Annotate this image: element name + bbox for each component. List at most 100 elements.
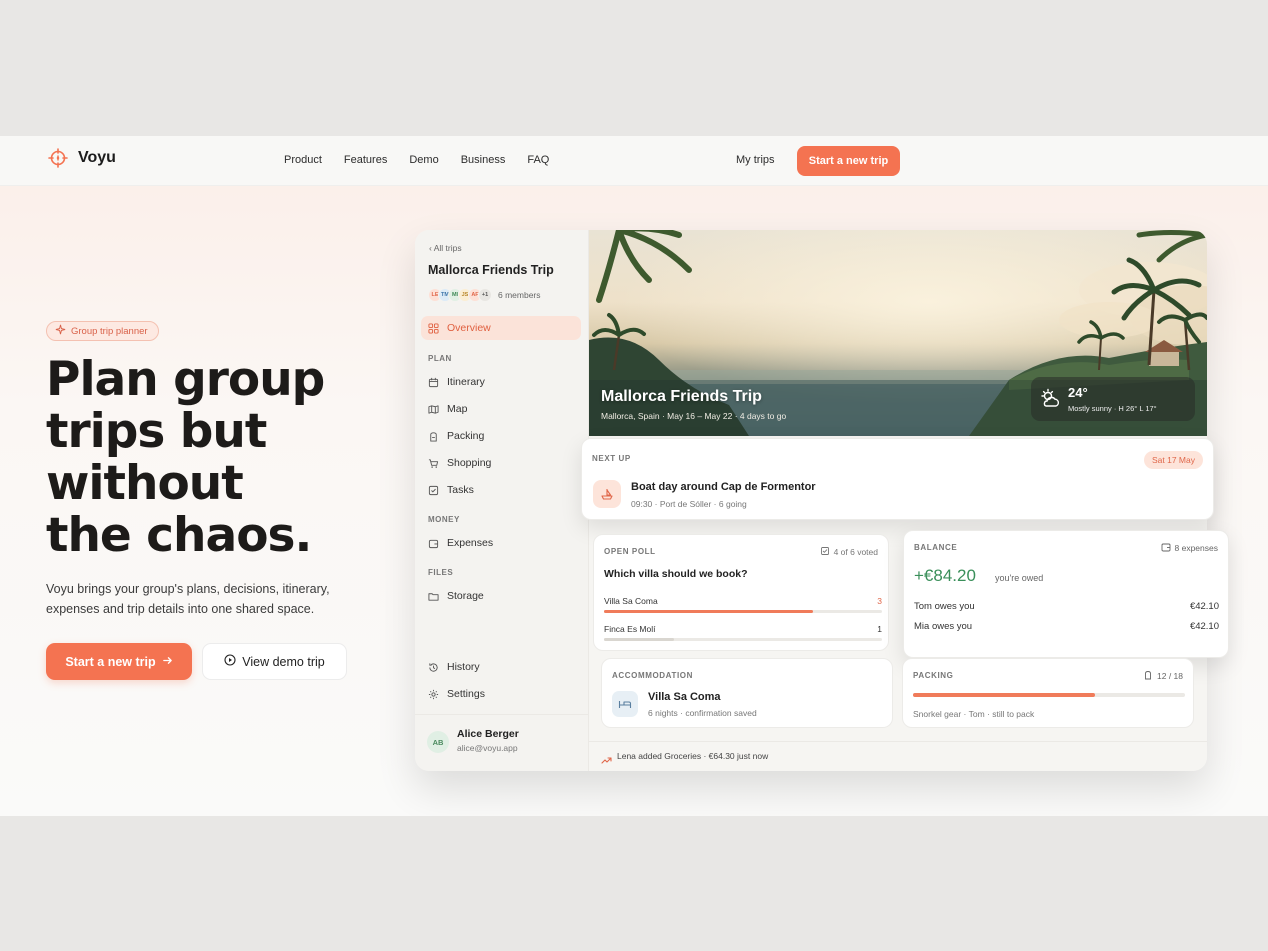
accommodation-card[interactable]: ACCOMMODATION Villa Sa Coma 6 nights · c… [601, 658, 893, 728]
cart-icon [428, 458, 439, 469]
cover-trip-subtitle: Mallorca, Spain · May 16 – May 22 · 4 da… [601, 411, 787, 421]
sparkle-icon [55, 324, 66, 338]
sidebar-item-storage[interactable]: Storage [421, 584, 581, 608]
sidebar-item-label: Packing [447, 430, 485, 442]
view-demo-trip-label: View demo trip [242, 654, 325, 669]
poll-votes-label: 4 of 6 voted [833, 547, 878, 557]
sidebar-item-label: Itinerary [447, 376, 485, 388]
nav-link-faq[interactable]: FAQ [527, 154, 549, 166]
headline-line: Plan group [46, 352, 325, 407]
packing-count: 12 / 18 [1143, 670, 1183, 682]
poll-option[interactable]: Villa Sa Coma 3 [604, 596, 882, 613]
nav-link-business[interactable]: Business [461, 154, 506, 166]
card-label: PACKING [913, 671, 954, 680]
bed-icon [612, 691, 638, 717]
balance-card[interactable]: BALANCE 8 expenses +€84.20 you're owed T… [903, 530, 1229, 658]
owe-row: Mia owes you €42.10 [914, 621, 1219, 632]
next-event-title: Boat day around Cap de Formentor [631, 481, 816, 493]
nav-link-product[interactable]: Product [284, 154, 322, 166]
accommodation-name: Villa Sa Coma [648, 691, 721, 703]
poll-option-fill [604, 610, 813, 613]
cover-trip-title: Mallorca Friends Trip [601, 388, 762, 405]
card-label: BALANCE [914, 543, 958, 552]
member-avatars[interactable]: LE TM MI JS AF +1 6 members [428, 288, 541, 302]
poll-option-bar [604, 610, 882, 613]
view-demo-trip-button[interactable]: View demo trip [202, 643, 347, 680]
avatar-overflow: +1 [478, 288, 492, 302]
sidebar-item-history[interactable]: History [421, 655, 581, 679]
start-new-trip-label: Start a new trip [65, 654, 156, 669]
members-count: 6 members [498, 290, 541, 300]
sidebar-item-packing[interactable]: Packing [421, 424, 581, 448]
trend-up-icon [601, 752, 612, 770]
poll-option-name: Finca Es Molí [604, 624, 656, 634]
nav-link-features[interactable]: Features [344, 154, 387, 166]
user-name: Alice Berger [457, 728, 519, 740]
nav-start-trip-button[interactable]: Start a new trip [797, 146, 900, 176]
sidebar-item-label: History [447, 661, 480, 673]
folder-icon [428, 591, 439, 602]
open-poll-card[interactable]: OPEN POLL 4 of 6 voted Which villa shoul… [593, 534, 889, 651]
sidebar-item-settings[interactable]: Settings [421, 682, 581, 706]
sidebar-item-label: Tasks [447, 484, 474, 496]
landing-page: Voyu Product Features Demo Business FAQ … [0, 136, 1268, 816]
badge-label: Group trip planner [71, 325, 148, 337]
sidebar-item-tasks[interactable]: Tasks [421, 478, 581, 502]
poll-option[interactable]: Finca Es Molí 1 [604, 624, 882, 641]
my-trips-link[interactable]: My trips [736, 154, 775, 166]
all-trips-link[interactable]: ‹ All trips [429, 243, 462, 253]
activity-feed: Lena added Groceries · €64.30 just now [589, 741, 1207, 771]
wallet-icon [1161, 542, 1171, 554]
owe-amount: €42.10 [1189, 601, 1219, 612]
brand-logo[interactable]: Voyu [48, 148, 116, 168]
balance-amount: +€84.20 [914, 566, 976, 585]
trip-sidebar: ‹ All trips Mallorca Friends Trip LE TM … [415, 230, 589, 771]
owe-amount: €42.10 [1189, 621, 1219, 632]
poll-option-bar [604, 638, 882, 641]
user-profile[interactable]: AB Alice Berger alice@voyu.app [415, 714, 589, 771]
sidebar-item-label: Settings [447, 688, 485, 700]
grid-icon [428, 322, 439, 334]
weather-temperature: 24° [1068, 385, 1088, 400]
packing-progress-fill [913, 693, 1096, 697]
section-files: FILES [428, 568, 454, 577]
app-preview: ‹ All trips Mallorca Friends Trip LE TM … [415, 230, 1229, 771]
sidebar-item-label: Shopping [447, 457, 492, 469]
calendar-icon [428, 377, 439, 388]
sidebar-item-map[interactable]: Map [421, 397, 581, 421]
sidebar-item-expenses[interactable]: Expenses [421, 531, 581, 555]
next-up-card[interactable]: NEXT UP Sat 17 May Boat day around Cap d… [581, 438, 1214, 520]
start-new-trip-button[interactable]: Start a new trip [46, 643, 192, 680]
owe-who: Mia owes you [914, 621, 973, 632]
headline-line: without [46, 456, 244, 511]
poll-option-votes: 1 [877, 624, 882, 634]
next-event-meta: 09:30 · Port de Sóller · 6 going [631, 499, 747, 509]
accommodation-meta: 6 nights · confirmation saved [648, 708, 757, 718]
sidebar-item-overview[interactable]: Overview [421, 316, 581, 340]
hero-headline: Plan group trips but without the chaos. [46, 354, 366, 562]
packing-card[interactable]: PACKING 12 / 18 Snorkel gear · Tom · sti… [902, 658, 1194, 728]
sidebar-item-shopping[interactable]: Shopping [421, 451, 581, 475]
headline-line: trips but [46, 404, 267, 459]
trip-cover-photo: Mallorca Friends Trip Mallorca, Spain · … [589, 230, 1207, 436]
card-label: OPEN POLL [604, 547, 656, 556]
boat-icon [593, 480, 621, 508]
hero-badge: Group trip planner [46, 321, 159, 341]
poll-option-fill [604, 638, 674, 641]
nav-link-demo[interactable]: Demo [409, 154, 438, 166]
weather-widget: 24° Mostly sunny · H 26° L 17° [1031, 377, 1195, 421]
poll-question: Which villa should we book? [604, 568, 748, 580]
card-label: NEXT UP [592, 454, 631, 463]
sidebar-trip-title: Mallorca Friends Trip [428, 263, 554, 277]
brand-name: Voyu [78, 149, 116, 166]
top-nav: Voyu Product Features Demo Business FAQ … [0, 136, 1268, 186]
card-label: ACCOMMODATION [612, 671, 693, 680]
packing-count-label: 12 / 18 [1157, 671, 1183, 681]
sidebar-item-itinerary[interactable]: Itinerary [421, 370, 581, 394]
compass-logo-icon [48, 148, 68, 168]
poll-option-name: Villa Sa Coma [604, 596, 658, 606]
date-chip: Sat 17 May [1144, 451, 1203, 469]
all-trips-label: All trips [433, 243, 462, 253]
packing-meta: Snorkel gear · Tom · still to pack [913, 709, 1035, 719]
user-email: alice@voyu.app [457, 743, 518, 753]
